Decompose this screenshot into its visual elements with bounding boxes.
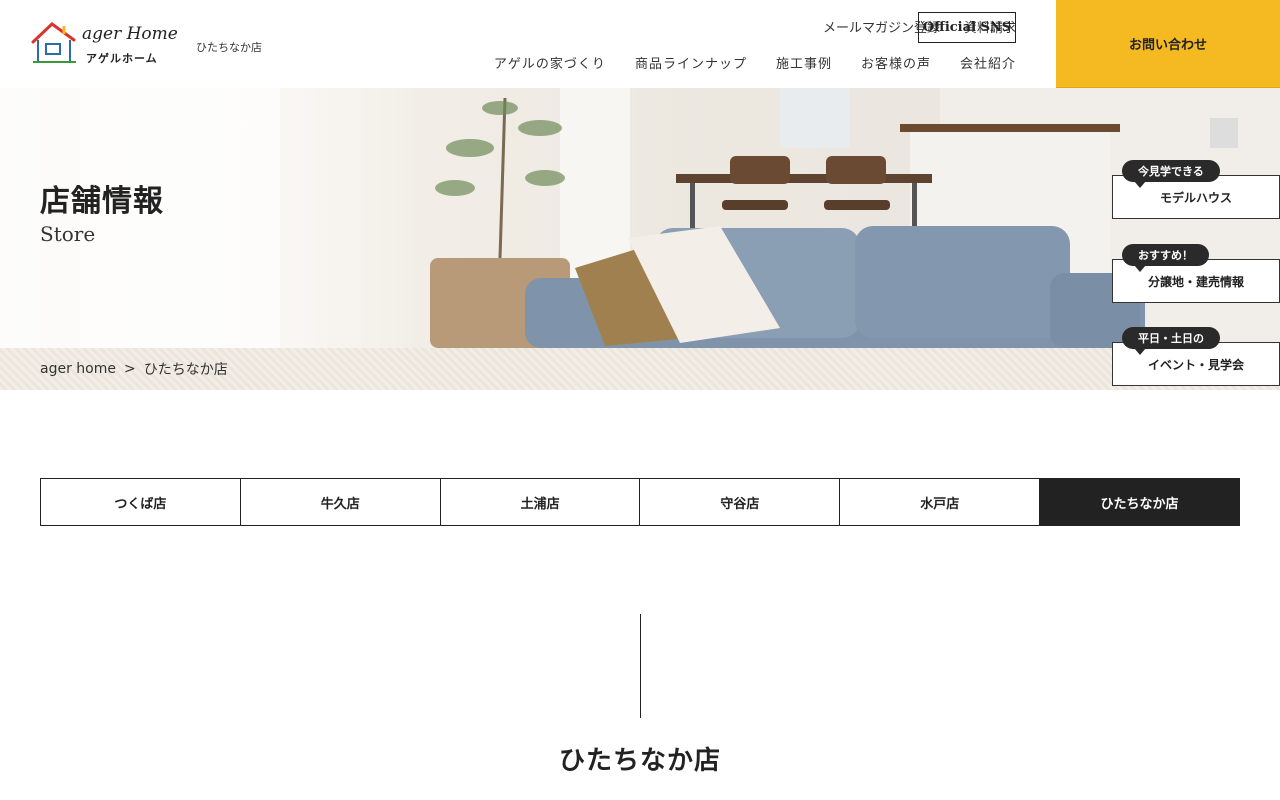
nav-construction-cases[interactable]: 施工事例: [776, 53, 832, 72]
events-pill: 平日・土日の: [1122, 327, 1220, 355]
page-subtitle: Store: [40, 222, 96, 246]
section-divider-line: [640, 614, 641, 718]
store-tag: ひたちなか店: [196, 41, 262, 54]
nav-house-building[interactable]: アゲルの家づくり: [494, 53, 606, 72]
store-section-title: ひたちなか店: [558, 746, 721, 776]
logo-wordmark: ager Home: [82, 24, 178, 44]
site-logo[interactable]: ager Home アゲルホーム: [30, 16, 178, 68]
contact-button[interactable]: お問い合わせ: [1056, 0, 1280, 88]
breadcrumb-separator: >: [123, 361, 136, 377]
hero-banner: 店舗情報 Store: [0, 88, 1280, 348]
model-house-pill: 今見学できる: [1122, 160, 1220, 188]
official-sns-button[interactable]: Official SNS: [918, 12, 1016, 43]
logo-kana: アゲルホーム: [86, 52, 158, 65]
nav-customer-voices[interactable]: お客様の声: [861, 53, 931, 72]
breadcrumb-home[interactable]: ager home: [40, 361, 116, 377]
nav-company-info[interactable]: 会社紹介: [960, 53, 1016, 72]
tab-moriya[interactable]: 守谷店: [640, 479, 841, 525]
site-header: ager Home アゲルホーム ひたちなか店 メールマガジン登録 資料請求 O…: [0, 0, 1280, 88]
tab-ushiku[interactable]: 牛久店: [240, 479, 441, 525]
breadcrumb-current: ひたちなか店: [143, 362, 228, 378]
tab-tsuchiura[interactable]: 土浦店: [440, 479, 641, 525]
page-title: 店舗情報: [40, 184, 164, 219]
main-nav: アゲルの家づくり 商品ラインナップ 施工事例 お客様の声 会社紹介: [465, 53, 1016, 72]
tab-tsukuba[interactable]: つくば店: [41, 479, 241, 525]
tab-mito[interactable]: 水戸店: [840, 479, 1041, 525]
tab-hitachinaka[interactable]: ひたちなか店: [1040, 479, 1239, 525]
breadcrumb: ager home > ひたちなか店: [0, 348, 1280, 390]
store-tabs: つくば店 牛久店 土浦店 守谷店 水戸店 ひたちなか店: [40, 478, 1240, 526]
land-sale-pill: おすすめ！: [1122, 244, 1209, 272]
nav-product-lineup[interactable]: 商品ラインナップ: [635, 53, 747, 72]
house-logo-icon: [31, 22, 76, 63]
